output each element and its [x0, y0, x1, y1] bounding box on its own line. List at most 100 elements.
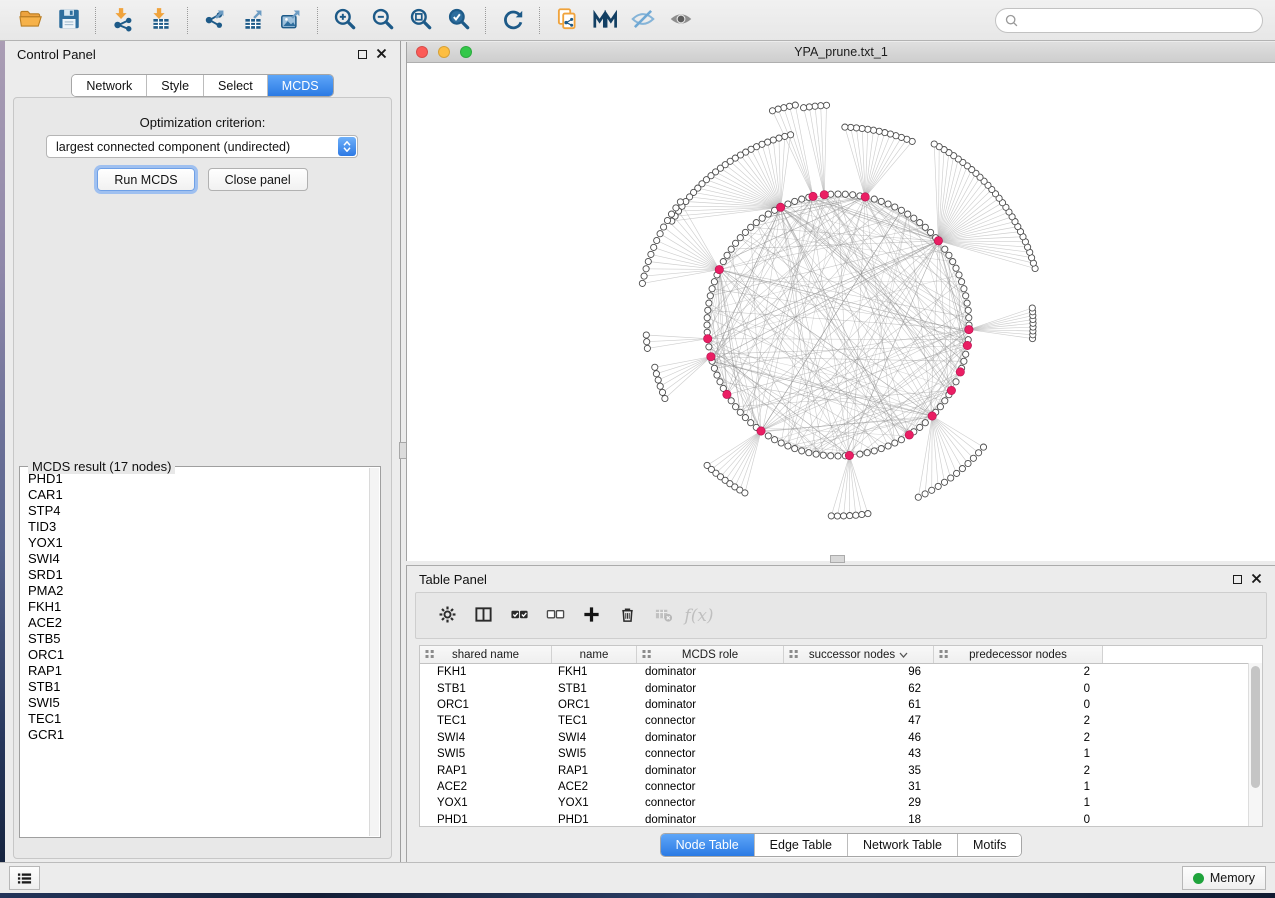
network-node[interactable]	[841, 513, 847, 519]
network-node[interactable]	[641, 273, 647, 279]
network-hub-node[interactable]	[704, 335, 712, 343]
export-table-button[interactable]	[234, 4, 271, 37]
select-all-rows-button[interactable]	[501, 598, 537, 634]
network-hub-node[interactable]	[845, 451, 853, 459]
table-row[interactable]: ACE2ACE2connector311	[420, 779, 1262, 795]
network-node[interactable]	[748, 420, 754, 426]
table-row[interactable]: STB1STB1dominator620	[420, 680, 1262, 696]
zoom-in-button[interactable]	[326, 4, 363, 37]
network-node[interactable]	[806, 104, 812, 110]
cell-mcds-role[interactable]: connector	[637, 715, 784, 727]
network-node[interactable]	[657, 231, 663, 237]
network-hub-node[interactable]	[707, 353, 715, 361]
network-node[interactable]	[785, 443, 791, 449]
save-session-button[interactable]	[50, 4, 87, 37]
network-node[interactable]	[950, 259, 956, 265]
network-node[interactable]	[737, 409, 743, 415]
network-node[interactable]	[963, 351, 969, 357]
network-node[interactable]	[850, 192, 856, 198]
network-hub-node[interactable]	[956, 368, 964, 376]
network-node[interactable]	[878, 446, 884, 452]
network-node[interactable]	[765, 211, 771, 217]
cell-mcds-role[interactable]: dominator	[637, 683, 784, 695]
cell-successor-nodes[interactable]: 46	[784, 732, 934, 744]
network-node[interactable]	[1029, 305, 1035, 311]
network-node[interactable]	[892, 204, 898, 210]
network-node[interactable]	[704, 322, 710, 328]
network-node[interactable]	[643, 332, 649, 338]
network-node[interactable]	[898, 437, 904, 443]
network-node[interactable]	[651, 244, 657, 250]
network-node[interactable]	[786, 103, 792, 109]
network-node[interactable]	[785, 201, 791, 207]
result-list-scrollbar[interactable]	[369, 468, 379, 836]
mcds-result-item[interactable]: STP4	[21, 503, 369, 519]
network-node[interactable]	[778, 440, 784, 446]
network-node[interactable]	[654, 237, 660, 243]
network-node[interactable]	[853, 512, 859, 518]
export-image-button[interactable]	[272, 4, 309, 37]
network-node[interactable]	[788, 132, 794, 138]
network-node[interactable]	[853, 125, 859, 131]
cell-name[interactable]: TEC1	[552, 715, 637, 727]
network-node[interactable]	[720, 259, 726, 265]
column-header-predecessor-nodes[interactable]: predecessor nodes	[934, 646, 1103, 663]
network-node[interactable]	[937, 404, 943, 410]
network-node[interactable]	[941, 479, 947, 485]
cell-name[interactable]: PHD1	[552, 814, 637, 826]
network-node[interactable]	[954, 470, 960, 476]
table-scrollbar[interactable]	[1248, 663, 1262, 826]
network-node[interactable]	[753, 220, 759, 226]
network-node[interactable]	[714, 372, 720, 378]
network-node[interactable]	[946, 252, 952, 258]
cell-successor-nodes[interactable]: 31	[784, 781, 934, 793]
network-node[interactable]	[834, 513, 840, 519]
cell-shared-name[interactable]: SWI5	[420, 748, 552, 760]
network-node[interactable]	[871, 448, 877, 454]
network-node[interactable]	[799, 448, 805, 454]
network-node[interactable]	[953, 379, 959, 385]
mcds-result-item[interactable]: PHD1	[21, 471, 369, 487]
memory-button[interactable]: Memory	[1182, 866, 1266, 890]
cell-mcds-role[interactable]: connector	[637, 781, 784, 793]
cell-name[interactable]: SWI4	[552, 732, 637, 744]
close-table-panel-button[interactable]	[1251, 573, 1263, 585]
network-hub-node[interactable]	[809, 192, 817, 200]
network-node[interactable]	[961, 358, 967, 364]
network-node[interactable]	[812, 103, 818, 109]
network-hub-node[interactable]	[963, 341, 971, 349]
search-box[interactable]	[995, 8, 1263, 33]
network-node[interactable]	[911, 215, 917, 221]
run-mcds-button[interactable]: Run MCDS	[97, 168, 194, 191]
network-node[interactable]	[748, 224, 754, 230]
table-row[interactable]: YOX1YOX1connector291	[420, 795, 1262, 811]
network-node[interactable]	[915, 494, 921, 500]
network-node[interactable]	[965, 307, 971, 313]
network-node[interactable]	[704, 315, 710, 321]
network-node[interactable]	[673, 205, 679, 211]
show-all-button[interactable]	[662, 4, 699, 37]
network-node[interactable]	[664, 217, 670, 223]
network-node[interactable]	[792, 446, 798, 452]
cell-mcds-role[interactable]: dominator	[637, 765, 784, 777]
cell-successor-nodes[interactable]: 29	[784, 797, 934, 809]
network-node[interactable]	[668, 211, 674, 217]
network-node[interactable]	[917, 424, 923, 430]
mcds-result-item[interactable]: SRD1	[21, 567, 369, 583]
first-neighbors-button[interactable]	[586, 4, 623, 37]
network-window-titlebar[interactable]: YPA_prune.txt_1	[407, 42, 1275, 63]
cell-predecessor-nodes[interactable]: 2	[934, 715, 1103, 727]
cell-predecessor-nodes[interactable]: 2	[934, 765, 1103, 777]
network-node[interactable]	[707, 293, 713, 299]
column-header-mcds-role[interactable]: MCDS role	[637, 646, 784, 663]
network-node[interactable]	[801, 105, 807, 111]
column-header-shared-name[interactable]: shared name	[420, 646, 552, 663]
network-node[interactable]	[965, 460, 971, 466]
delete-column-button[interactable]	[609, 598, 645, 634]
network-node[interactable]	[892, 440, 898, 446]
network-node[interactable]	[857, 451, 863, 457]
table-tab-node-table[interactable]: Node Table	[661, 834, 754, 856]
network-node[interactable]	[823, 102, 829, 108]
network-node[interactable]	[976, 450, 982, 456]
network-node[interactable]	[842, 191, 848, 197]
